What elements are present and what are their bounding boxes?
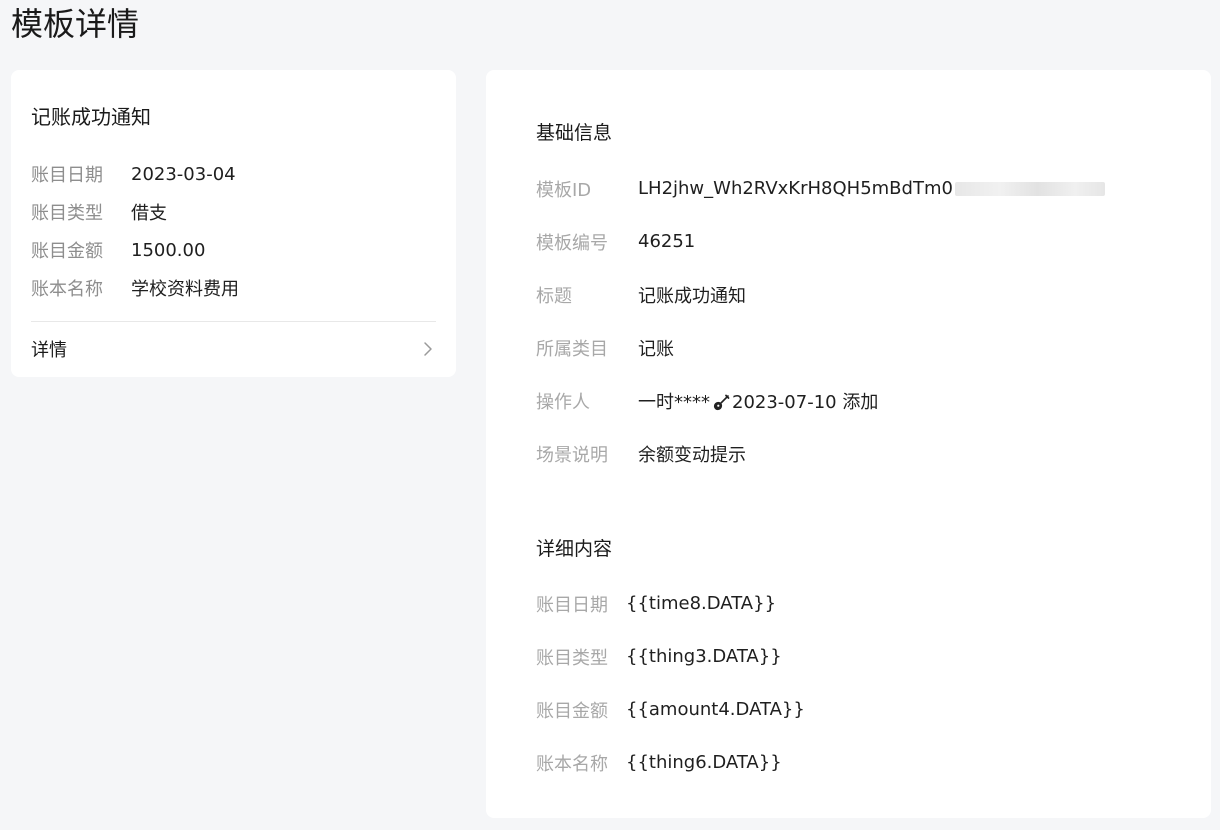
preview-field-row: 账目日期 2023-03-04 (31, 155, 239, 193)
info-label: 所属类目 (536, 338, 608, 360)
preview-field-label: 账目金额 (31, 241, 103, 262)
info-row-operator: 操作人 一时**** 2023-07-10 添加 (536, 374, 1105, 427)
content-row: 账目类型 {{thing3.DATA}} (536, 630, 805, 683)
content-row: 账目金额 {{amount4.DATA}} (536, 683, 805, 736)
operator-value: 一时**** 2023-07-10 添加 (638, 388, 878, 414)
preview-field-label: 账本名称 (31, 279, 103, 300)
info-label: 标题 (536, 285, 572, 307)
content-value: {{time8.DATA}} (626, 593, 777, 614)
content-label: 账本名称 (536, 753, 608, 775)
info-row-title: 标题 记账成功通知 (536, 268, 1105, 321)
preview-field-row: 账本名称 学校资料费用 (31, 269, 239, 307)
preview-field-label: 账目日期 (31, 165, 103, 186)
operator-name: 一时**** (638, 391, 710, 413)
template-info-card: 基础信息 模板ID LH2jhw_Wh2RVxKrH8QH5mBdTm0 模板编… (486, 70, 1211, 818)
template-preview-card: 记账成功通知 账目日期 2023-03-04 账目类型 借支 账目金额 1500… (11, 70, 456, 377)
scene-value: 余额变动提示 (638, 444, 746, 466)
info-row-category: 所属类目 记账 (536, 321, 1105, 374)
operator-date-action: 2023-07-10 添加 (732, 391, 879, 413)
content-label: 账目日期 (536, 594, 608, 616)
info-label: 操作人 (536, 391, 590, 413)
template-id-text: LH2jhw_Wh2RVxKrH8QH5mBdTm0 (638, 178, 953, 199)
content-value: {{thing3.DATA}} (626, 646, 782, 667)
content-row: 账目日期 {{time8.DATA}} (536, 577, 805, 630)
preview-field-value: 2023-03-04 (131, 163, 236, 185)
info-row-template-id: 模板ID LH2jhw_Wh2RVxKrH8QH5mBdTm0 (536, 162, 1105, 215)
basic-info-list: 模板ID LH2jhw_Wh2RVxKrH8QH5mBdTm0 模板编号 462… (536, 162, 1105, 480)
content-value: {{thing6.DATA}} (626, 752, 782, 773)
preview-field-value: 学校资料费用 (131, 279, 239, 300)
preview-field-value: 借支 (131, 203, 167, 224)
detail-content-heading: 详细内容 (536, 538, 613, 560)
content-value: {{amount4.DATA}} (626, 699, 805, 720)
preview-detail-link[interactable]: 详情 (31, 333, 436, 365)
template-number-value: 46251 (638, 231, 696, 252)
chevron-right-icon (420, 341, 436, 357)
detail-content-list: 账目日期 {{time8.DATA}} 账目类型 {{thing3.DATA}}… (536, 577, 805, 789)
guitar-icon (712, 394, 730, 412)
preview-title: 记账成功通知 (31, 105, 151, 129)
preview-field-row: 账目金额 1500.00 (31, 231, 239, 269)
info-label: 场景说明 (536, 444, 608, 466)
page-title: 模板详情 (11, 5, 140, 43)
title-value: 记账成功通知 (638, 285, 746, 307)
content-row: 账本名称 {{thing6.DATA}} (536, 736, 805, 789)
content-label: 账目金额 (536, 700, 608, 722)
preview-field-value: 1500.00 (131, 239, 206, 261)
redaction-mask (954, 181, 1105, 196)
info-label: 模板编号 (536, 232, 608, 254)
info-row-template-number: 模板编号 46251 (536, 215, 1105, 268)
preview-field-list: 账目日期 2023-03-04 账目类型 借支 账目金额 1500.00 账本名… (31, 155, 239, 307)
detail-link-label: 详情 (31, 340, 67, 361)
content-label: 账目类型 (536, 647, 608, 669)
preview-field-row: 账目类型 借支 (31, 193, 239, 231)
template-id-value: LH2jhw_Wh2RVxKrH8QH5mBdTm0 (638, 178, 1105, 199)
info-label: 模板ID (536, 179, 592, 201)
basic-info-heading: 基础信息 (536, 122, 613, 144)
category-value: 记账 (638, 338, 674, 360)
preview-divider (31, 321, 436, 322)
info-row-scene: 场景说明 余额变动提示 (536, 427, 1105, 480)
preview-field-label: 账目类型 (31, 203, 103, 224)
